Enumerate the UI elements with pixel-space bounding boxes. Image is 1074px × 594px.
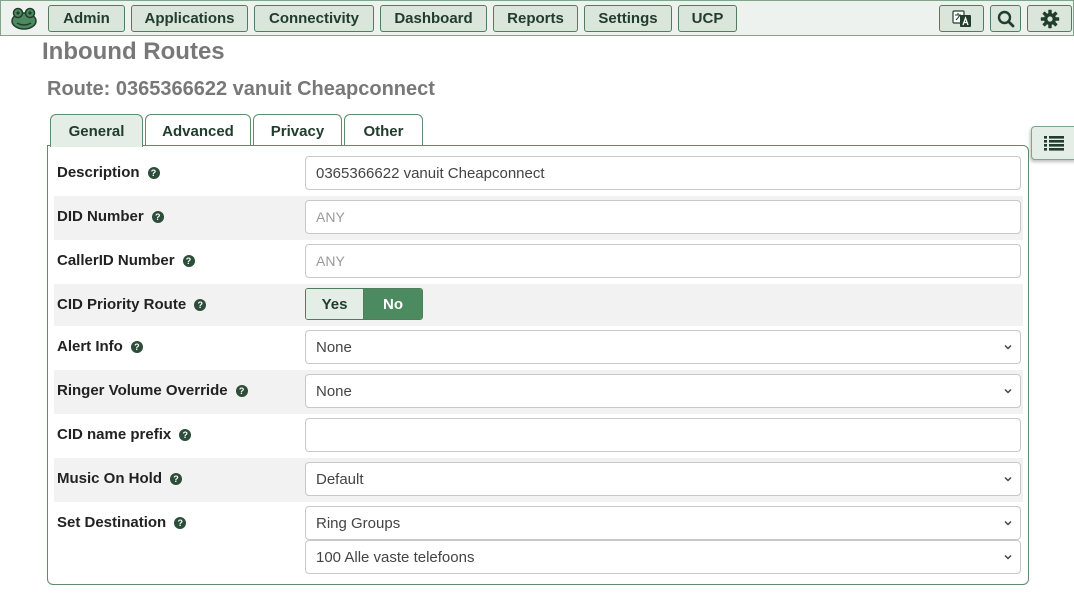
destination-type-value: Ring Groups [316, 514, 401, 532]
alert-info-value: None [316, 338, 352, 356]
help-icon[interactable]: ? [151, 210, 164, 223]
chevron-down-icon [1004, 554, 1012, 560]
cid-priority-toggle: Yes No [305, 288, 423, 320]
page-title: Inbound Routes [42, 38, 225, 65]
set-destination-label: Set Destination [57, 514, 167, 531]
search-button[interactable] [990, 5, 1021, 32]
help-icon[interactable]: ? [174, 516, 187, 529]
chevron-down-icon [1004, 388, 1012, 394]
gear-icon [1040, 9, 1059, 28]
did-number-input[interactable]: ANY [305, 200, 1021, 234]
cid-name-prefix-row: CID name prefix ? [54, 414, 1023, 458]
cid-priority-no-button[interactable]: No [364, 289, 422, 319]
nav-dashboard[interactable]: Dashboard [380, 5, 487, 32]
cid-name-prefix-input[interactable] [305, 418, 1021, 452]
music-on-hold-row: Music On Hold ? Default [54, 458, 1023, 502]
cid-priority-yes-button[interactable]: Yes [306, 289, 365, 319]
nav-admin[interactable]: Admin [48, 5, 125, 32]
destination-target-select[interactable]: 100 Alle vaste telefoons [305, 540, 1021, 574]
nav-reports[interactable]: Reports [493, 5, 578, 32]
language-icon [951, 9, 971, 27]
general-tab-panel: Description ? 0365366622 vanuit Cheapcon… [47, 145, 1029, 585]
cid-name-prefix-label: CID name prefix [57, 426, 172, 443]
help-icon[interactable]: ? [235, 384, 248, 397]
description-label: Description [57, 164, 140, 181]
nav-connectivity[interactable]: Connectivity [254, 5, 374, 32]
ringer-volume-select[interactable]: None [305, 374, 1021, 408]
ringer-volume-label: Ringer Volume Override [57, 382, 228, 399]
cid-priority-label: CID Priority Route [57, 296, 187, 313]
callerid-number-row: CallerID Number ? ANY [54, 240, 1023, 284]
description-input[interactable]: 0365366622 vanuit Cheapconnect [305, 156, 1021, 190]
nav-applications[interactable]: Applications [131, 5, 248, 32]
ringer-volume-row: Ringer Volume Override ? None [54, 370, 1023, 414]
settings-button[interactable] [1027, 5, 1072, 32]
help-icon[interactable]: ? [194, 298, 207, 311]
callerid-number-label: CallerID Number [57, 252, 175, 269]
alert-info-select[interactable]: None [305, 330, 1021, 364]
chevron-down-icon [1004, 520, 1012, 526]
language-button[interactable] [939, 5, 984, 32]
nav-settings[interactable]: Settings [584, 5, 672, 32]
tab-general[interactable]: General [50, 114, 143, 147]
destination-target-value: 100 Alle vaste telefoons [316, 548, 475, 566]
chevron-down-icon [1004, 476, 1012, 482]
route-title: Route: 0365366622 vanuit Cheapconnect [47, 78, 435, 100]
did-number-row: DID Number ? ANY [54, 196, 1023, 240]
top-navbar: Admin Applications Connectivity Dashboar… [0, 0, 1074, 36]
alert-info-label: Alert Info [57, 338, 123, 355]
sidebar-toggle-button[interactable] [1031, 126, 1074, 160]
destination-type-select[interactable]: Ring Groups [305, 506, 1021, 540]
help-icon[interactable]: ? [170, 472, 182, 485]
list-icon [1044, 136, 1064, 151]
alert-info-row: Alert Info ? None [54, 326, 1023, 370]
ringer-volume-value: None [316, 382, 352, 400]
chevron-down-icon [1004, 344, 1012, 350]
tab-privacy[interactable]: Privacy [253, 114, 342, 147]
help-icon[interactable]: ? [182, 254, 195, 267]
search-icon [997, 10, 1014, 27]
music-on-hold-value: Default [316, 470, 364, 488]
help-icon[interactable]: ? [147, 166, 160, 179]
frog-logo-icon[interactable] [10, 6, 38, 31]
did-number-label: DID Number [57, 208, 144, 225]
tab-other[interactable]: Other [344, 114, 423, 147]
tab-advanced[interactable]: Advanced [145, 114, 251, 147]
cid-priority-row: CID Priority Route ? Yes No [54, 284, 1023, 326]
nav-ucp[interactable]: UCP [678, 5, 737, 32]
music-on-hold-select[interactable]: Default [305, 462, 1021, 496]
callerid-number-input[interactable]: ANY [305, 244, 1021, 278]
help-icon[interactable]: ? [179, 428, 192, 441]
music-on-hold-label: Music On Hold [57, 470, 162, 487]
set-destination-row: Set Destination ? Ring Groups 100 Alle v… [54, 502, 1023, 580]
description-row: Description ? 0365366622 vanuit Cheapcon… [54, 152, 1023, 196]
help-icon[interactable]: ? [130, 340, 143, 353]
